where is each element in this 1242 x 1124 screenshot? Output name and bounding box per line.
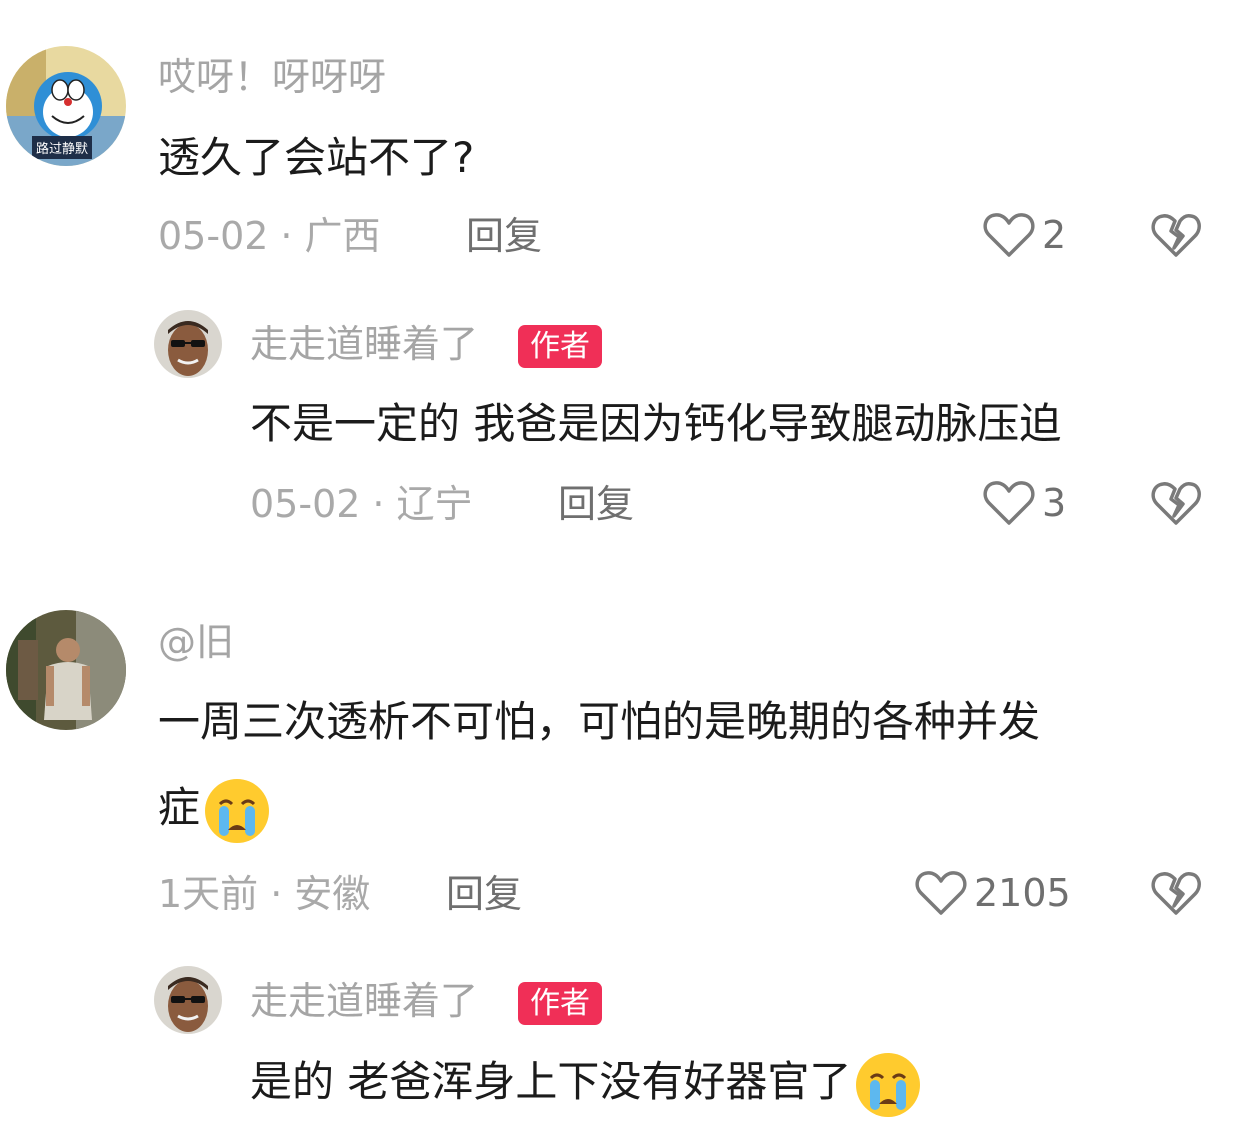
comment-location: 安徽 xyxy=(294,872,371,916)
comment-text: 透久了会站不了? xyxy=(158,133,475,182)
reply-text: 不是一定的 我爸是因为钙化导致腿动脉压迫 xyxy=(250,399,1062,448)
reply-location: 辽宁 xyxy=(396,482,473,526)
like-count: 2 xyxy=(1042,213,1067,257)
like-button[interactable]: 3 xyxy=(982,478,1066,528)
separator-dot: · xyxy=(270,872,283,916)
crying-face-emoji-icon xyxy=(853,1050,923,1120)
crying-face-emoji-icon xyxy=(202,776,272,846)
separator-dot: · xyxy=(280,214,293,258)
dislike-button[interactable] xyxy=(1150,210,1202,260)
doraemon-avatar-icon xyxy=(6,46,126,166)
author-badge: 作者 xyxy=(518,982,602,1025)
reply-username[interactable]: 走走道睡着了 xyxy=(250,325,478,363)
comment-date: 05-02 xyxy=(158,214,269,258)
reply-date: 05-02 xyxy=(250,482,361,526)
comment-meta: 1天前 · 安徽 xyxy=(158,875,370,913)
dislike-button[interactable] xyxy=(1150,868,1202,918)
man-sunglasses-avatar-icon xyxy=(154,966,222,1034)
broken-heart-icon xyxy=(1151,872,1201,915)
heart-icon xyxy=(915,871,967,915)
reply-button[interactable]: 回复 xyxy=(466,217,542,255)
author-badge: 作者 xyxy=(518,325,602,368)
reply-button[interactable]: 回复 xyxy=(558,485,634,523)
reply-button[interactable]: 回复 xyxy=(446,875,522,913)
reply-meta: 05-02 · 辽宁 xyxy=(250,485,473,523)
user-avatar[interactable] xyxy=(6,46,126,166)
comment-username[interactable]: 哎呀！呀呀呀 xyxy=(158,58,386,96)
comment-text-line-1: 一周三次透析不可怕，可怕的是晚期的各种并发 xyxy=(158,697,1041,746)
comment-text-line-2: 症 xyxy=(158,766,272,850)
heart-icon xyxy=(983,481,1035,525)
broken-heart-icon xyxy=(1151,482,1201,525)
man-back-view-avatar-icon xyxy=(6,610,126,730)
reply-username[interactable]: 走走道睡着了 xyxy=(250,982,478,1020)
user-avatar[interactable] xyxy=(154,310,222,378)
user-avatar[interactable] xyxy=(154,966,222,1034)
man-sunglasses-avatar-icon xyxy=(154,310,222,378)
user-avatar[interactable] xyxy=(6,610,126,730)
reply-text: 是的 老爸浑身上下没有好器官了 xyxy=(250,1040,923,1124)
reply-text-content: 是的 老爸浑身上下没有好器官了 xyxy=(250,1057,852,1106)
comment-username[interactable]: @旧 xyxy=(158,623,234,661)
like-count: 3 xyxy=(1042,481,1067,525)
broken-heart-icon xyxy=(1151,214,1201,257)
comment-location: 广西 xyxy=(304,214,381,258)
like-button[interactable]: 2 xyxy=(982,210,1066,260)
comment-date: 1天前 xyxy=(158,872,259,916)
comment-meta: 05-02 · 广西 xyxy=(158,217,381,255)
separator-dot: · xyxy=(372,482,385,526)
like-count: 2105 xyxy=(974,871,1071,915)
comment-text-tail: 症 xyxy=(158,783,201,832)
like-button[interactable]: 2105 xyxy=(914,868,1071,918)
dislike-button[interactable] xyxy=(1150,478,1202,528)
heart-icon xyxy=(983,213,1035,257)
